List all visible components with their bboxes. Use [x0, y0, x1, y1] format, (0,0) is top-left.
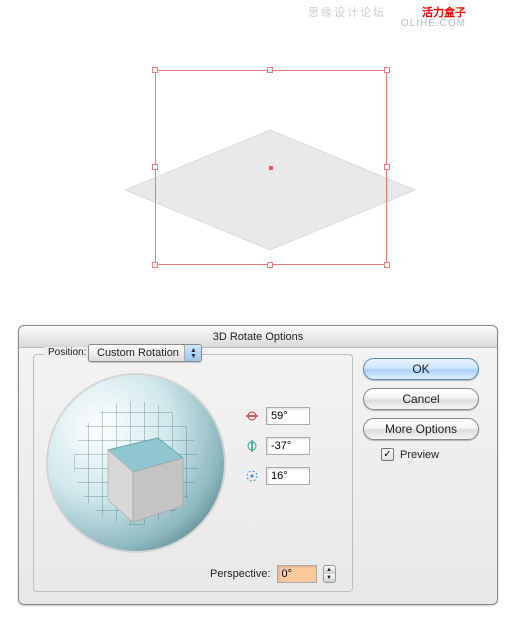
- resize-handle-ml[interactable]: [152, 164, 158, 170]
- rotation-trackball[interactable]: [46, 373, 226, 553]
- perspective-input[interactable]: [277, 565, 317, 583]
- resize-handle-tr[interactable]: [384, 67, 390, 73]
- preview-checkbox-label: Preview: [400, 449, 439, 461]
- position-label: Position:: [44, 347, 90, 358]
- z-rotation-input[interactable]: [266, 467, 310, 485]
- resize-handle-bm[interactable]: [267, 262, 273, 268]
- rotation-fieldset: Position: Custom Rotation ▲▼: [33, 354, 353, 592]
- cube-preview-icon: [88, 420, 198, 530]
- z-axis-icon: [244, 468, 260, 484]
- resize-handle-bl[interactable]: [152, 262, 158, 268]
- x-axis-icon: [244, 408, 260, 424]
- watermark-cn: 思缘设计论坛: [308, 4, 386, 20]
- stepper-up-icon[interactable]: ▲: [324, 566, 335, 574]
- cancel-button[interactable]: Cancel: [363, 388, 479, 410]
- position-select-value: Custom Rotation: [97, 347, 179, 359]
- resize-handle-mr[interactable]: [384, 164, 390, 170]
- resize-handle-tl[interactable]: [152, 67, 158, 73]
- x-rotation-input[interactable]: [266, 407, 310, 425]
- ok-button[interactable]: OK: [363, 358, 479, 380]
- stepper-down-icon[interactable]: ▼: [324, 574, 335, 582]
- resize-handle-br[interactable]: [384, 262, 390, 268]
- selection-bounding-box[interactable]: [155, 70, 387, 265]
- perspective-stepper[interactable]: ▲ ▼: [323, 565, 336, 583]
- dialog-3d-rotate-options: 3D Rotate Options Position: Custom Rotat…: [18, 325, 498, 605]
- y-rotation-input[interactable]: [266, 437, 310, 455]
- watermark-url: OLIHE.COM: [401, 18, 466, 29]
- perspective-label: Perspective:: [210, 568, 271, 580]
- selection-center-icon: [269, 166, 273, 170]
- position-select[interactable]: Custom Rotation ▲▼: [88, 344, 202, 362]
- canvas-area[interactable]: [0, 30, 516, 320]
- y-axis-icon: [244, 438, 260, 454]
- resize-handle-tm[interactable]: [267, 67, 273, 73]
- preview-checkbox[interactable]: ✓: [381, 448, 394, 461]
- more-options-button[interactable]: More Options: [363, 418, 479, 440]
- updown-arrows-icon: ▲▼: [190, 348, 197, 360]
